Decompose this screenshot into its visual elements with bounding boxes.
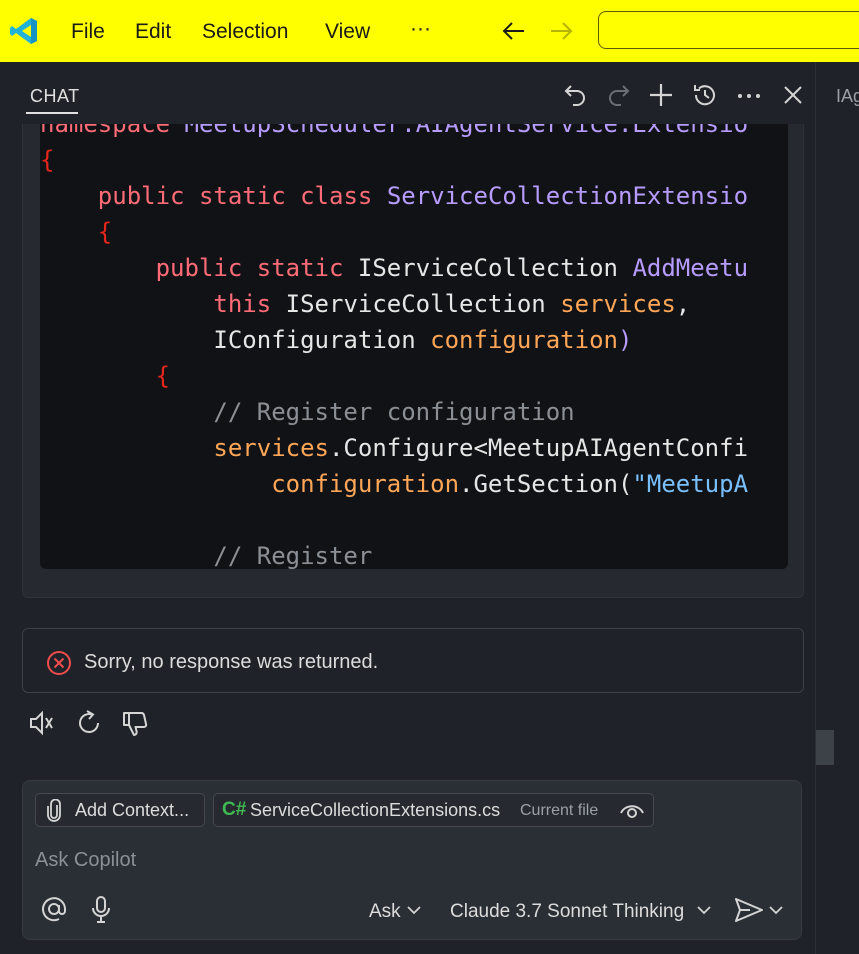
arrow-right-icon[interactable]	[547, 17, 575, 45]
code-token: .Configure<MeetupAIAgentConfi	[328, 434, 749, 462]
code-token: ServiceCollectionExtensio	[386, 182, 749, 210]
code-token: IConfiguration	[213, 326, 431, 354]
code-token: public	[155, 254, 257, 282]
speaker-icon[interactable]	[27, 708, 57, 738]
menu-file[interactable]: File	[71, 19, 105, 45]
code-token: static	[198, 182, 301, 210]
send-icon[interactable]	[734, 897, 764, 923]
add-context-label: Add Context...	[75, 800, 190, 820]
code-token: // Register	[213, 542, 373, 569]
code-line: public static class ServiceCollectionExt…	[40, 178, 748, 214]
command-center-search[interactable]	[598, 11, 859, 49]
code-token: {	[40, 146, 55, 174]
code-block: namespace MeetupScheduler.AIAgentService…	[40, 124, 788, 569]
chat-input-box: Add Context... C# ServiceCollectionExten…	[22, 780, 802, 940]
csharp-file-icon: C#	[222, 799, 247, 820]
menu-edit[interactable]: Edit	[135, 19, 171, 45]
error-message-text: Sorry, no response was returned.	[84, 651, 379, 673]
at-icon[interactable]	[40, 895, 68, 923]
history-icon[interactable]	[692, 82, 718, 108]
code-line: {	[40, 358, 748, 394]
code-token: {	[97, 218, 113, 246]
menu-selection[interactable]: Selection	[202, 19, 288, 45]
code-token: ,	[675, 290, 691, 318]
arrow-left-icon[interactable]	[500, 17, 528, 45]
code-line: services.Configure<MeetupAIAgentConfi	[40, 430, 748, 466]
close-icon[interactable]	[782, 84, 804, 106]
code-token: )	[617, 326, 633, 354]
panel-divider	[815, 62, 816, 954]
code-line: // Register	[40, 538, 748, 569]
vscode-logo-icon	[8, 15, 40, 47]
code-token: services	[560, 290, 676, 318]
add-context-button[interactable]: Add Context...	[35, 793, 205, 827]
code-token: class	[300, 182, 387, 210]
code-token: configuration	[271, 470, 460, 498]
code-token: AddMeetu	[632, 254, 749, 282]
code-line: IConfiguration configuration)	[40, 322, 748, 358]
code-line: // Register configuration	[40, 394, 748, 430]
error-circle-icon	[46, 650, 72, 676]
code-token: static	[256, 254, 358, 282]
thumbs-down-icon[interactable]	[120, 708, 150, 738]
tab-active-indicator	[26, 112, 78, 114]
code-token: // Register configuration	[213, 398, 575, 426]
chevron-down-icon[interactable]	[769, 905, 783, 915]
code-line: public static IServiceCollection AddMeet…	[40, 250, 748, 286]
paperclip-icon	[44, 799, 64, 823]
file-sub-label: Current file	[520, 802, 599, 819]
code-token: services	[213, 434, 329, 462]
chevron-down-icon[interactable]	[697, 905, 711, 915]
menu-view[interactable]: View	[325, 19, 370, 45]
code-line: namespace MeetupScheduler.AIAgentService…	[40, 124, 748, 142]
code-token: public	[97, 182, 199, 210]
scrollbar-thumb[interactable]	[816, 730, 834, 765]
code-token: configuration	[430, 326, 618, 354]
code-token: IServiceCollection	[285, 290, 561, 318]
code-token: this	[213, 290, 286, 318]
code-token: namespace	[40, 124, 185, 138]
code-token: IServiceCollection	[357, 254, 633, 282]
adjacent-panel-label: IAg	[836, 86, 859, 106]
code-line: {	[40, 214, 748, 250]
undo-icon[interactable]	[562, 82, 588, 108]
code-lines: namespace MeetupScheduler.AIAgentService…	[40, 124, 748, 569]
code-line: this IServiceCollection services,	[40, 286, 748, 322]
tab-chat[interactable]: CHAT	[30, 86, 80, 107]
code-token: {	[155, 362, 171, 390]
model-selector[interactable]: Claude 3.7 Sonnet Thinking	[450, 901, 684, 923]
ellipsis-icon[interactable]	[736, 86, 762, 106]
code-token: MeetupScheduler.AIAgentService.Extensio	[184, 124, 749, 138]
chevron-down-icon[interactable]	[407, 905, 421, 915]
file-name: ServiceCollectionExtensions.cs	[250, 800, 501, 820]
code-line: configuration.GetSection("MeetupA	[40, 466, 748, 502]
menu-more[interactable]: ···	[410, 16, 431, 42]
refresh-icon[interactable]	[74, 708, 104, 738]
redo-icon[interactable]	[606, 82, 632, 108]
mode-selector[interactable]: Ask	[369, 901, 401, 923]
eye-icon[interactable]	[619, 800, 645, 822]
error-message-box: Sorry, no response was returned.	[22, 628, 804, 693]
current-file-chip[interactable]: C# ServiceCollectionExtensions.cs Curren…	[213, 793, 654, 827]
chat-header: CHAT IAg	[0, 62, 859, 124]
chat-input-placeholder[interactable]: Ask Copilot	[35, 849, 136, 872]
code-line: {	[40, 142, 748, 178]
title-bar: File Edit Selection View ···	[0, 0, 859, 62]
plus-icon[interactable]	[648, 82, 674, 108]
code-token: "MeetupA	[632, 470, 749, 498]
mic-icon[interactable]	[89, 895, 113, 925]
code-line: ​	[40, 502, 748, 538]
code-token: .GetSection(	[459, 470, 633, 498]
